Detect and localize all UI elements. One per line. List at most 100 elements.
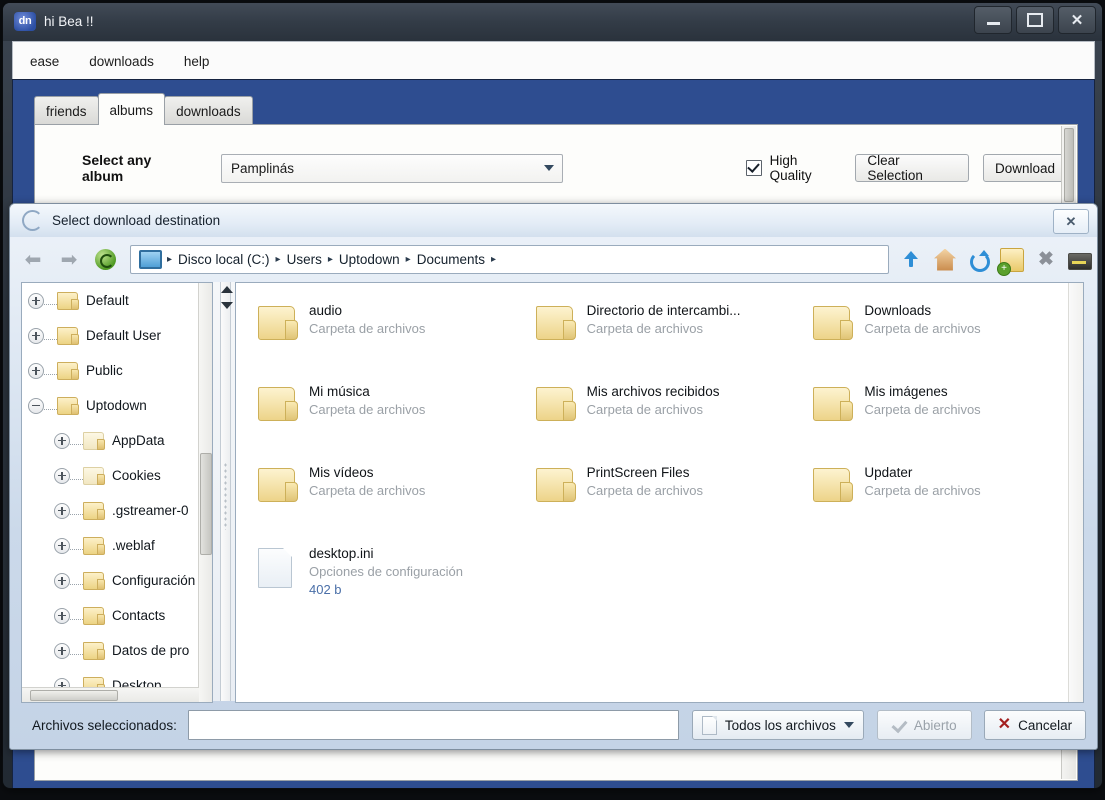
breadcrumb-item-documents[interactable]: Documents (412, 252, 490, 267)
chevron-down-icon (543, 165, 554, 171)
file-type-filter-dropdown[interactable]: Todos los archivos (691, 710, 864, 740)
tree-item-gstreamer[interactable]: .gstreamer-0 (22, 493, 198, 528)
tree-item-default[interactable]: Default (22, 283, 198, 318)
scrollbar-thumb[interactable] (1064, 128, 1074, 202)
file-item-directorio-de-intercambio[interactable]: Directorio de intercambi... Carpeta de a… (514, 297, 792, 378)
collapse-toggle-icon[interactable] (28, 397, 44, 414)
expand-toggle-icon[interactable] (54, 607, 70, 624)
album-select-value: Pamplinás (230, 160, 294, 176)
new-folder-icon[interactable] (997, 247, 1024, 276)
expand-toggle-icon[interactable] (54, 537, 70, 554)
tree-item-cookies[interactable]: Cookies (22, 458, 198, 493)
file-item-mis-archivos-recibidos[interactable]: Mis archivos recibidos Carpeta de archiv… (514, 378, 792, 459)
tree-item-label: .gstreamer-0 (112, 503, 189, 518)
splitter-grip[interactable] (223, 462, 227, 530)
app-logo-badge: dn (14, 12, 36, 31)
file-type: Carpeta de archivos (864, 483, 981, 498)
folder-icon (57, 361, 79, 380)
folder-icon (813, 387, 854, 421)
tree-connector (70, 611, 83, 620)
expand-toggle-icon[interactable] (54, 502, 70, 519)
tree-item-public[interactable]: Public (22, 353, 198, 388)
minimize-button[interactable] (974, 6, 1012, 34)
file-item-updater[interactable]: Updater Carpeta de archivos (791, 459, 1069, 540)
tree-vertical-scrollbar[interactable] (198, 283, 212, 702)
tree-item-contacts[interactable]: Contacts (22, 598, 198, 633)
scrollbar-thumb[interactable] (30, 690, 118, 701)
file-item-mi-musica[interactable]: Mi música Carpeta de archivos (236, 378, 514, 459)
forward-button[interactable]: ➡ (56, 247, 82, 273)
breadcrumb-separator: ▸ (275, 254, 281, 265)
cancel-button[interactable]: ✕ Cancelar (983, 710, 1087, 740)
tree-item-configuracion[interactable]: Configuración (22, 563, 198, 598)
file-icon (701, 715, 717, 735)
tab-albums[interactable]: albums (97, 93, 166, 125)
back-button[interactable]: ⬅ (20, 247, 46, 273)
file-type-filter-value: Todos los archivos (724, 717, 836, 733)
breadcrumb-item-drive[interactable]: Disco local (C:) (173, 252, 275, 267)
album-select[interactable]: Pamplinás (220, 153, 563, 183)
file-list-scrollbar[interactable] (1068, 283, 1083, 702)
breadcrumb-item-users[interactable]: Users (282, 252, 327, 267)
file-item-downloads[interactable]: Downloads Carpeta de archivos (791, 297, 1069, 378)
file-item-mis-imagenes[interactable]: Mis imágenes Carpeta de archivos (791, 378, 1069, 459)
pane-splitter[interactable] (213, 282, 235, 701)
expand-toggle-icon[interactable] (54, 432, 70, 449)
tree-connector (70, 471, 83, 480)
expand-toggle-icon[interactable] (54, 642, 70, 659)
up-folder-icon[interactable] (901, 249, 923, 271)
tab-downloads[interactable]: downloads (164, 96, 253, 125)
chevron-down-icon (843, 722, 854, 728)
file-meta: Mis archivos recibidos Carpeta de archiv… (587, 384, 720, 417)
file-name: Mi música (309, 384, 370, 399)
open-button[interactable]: Abierto (876, 710, 972, 740)
file-item-mis-videos[interactable]: Mis vídeos Carpeta de archivos (236, 459, 514, 540)
dialog-footer: Archivos seleccionados: Todos los archiv… (10, 701, 1097, 749)
file-item-audio[interactable]: audio Carpeta de archivos (236, 297, 514, 378)
splitter-collapse-left-icon[interactable] (221, 286, 233, 293)
refresh-icon[interactable] (967, 249, 990, 272)
breadcrumb[interactable]: ▸ Disco local (C:) ▸ Users ▸ Uptodown ▸ … (130, 245, 889, 274)
expand-toggle-icon[interactable] (28, 292, 44, 309)
tree-item-appdata[interactable]: AppData (22, 423, 198, 458)
expand-toggle-icon[interactable] (28, 327, 44, 344)
delete-icon[interactable]: ✖ (1035, 249, 1057, 271)
splitter-collapse-right-icon[interactable] (221, 302, 233, 309)
selected-files-input[interactable] (187, 710, 679, 740)
tree-item-label: Uptodown (86, 398, 147, 413)
dialog-close-button[interactable]: ✕ (1053, 209, 1089, 234)
tree-item-default-user[interactable]: Default User (22, 318, 198, 353)
file-item-desktop-ini[interactable]: desktop.ini Opciones de configuración 40… (236, 540, 514, 621)
file-item-printscreen-files[interactable]: PrintScreen Files Carpeta de archivos (514, 459, 792, 540)
view-mode-icon[interactable] (1068, 253, 1092, 270)
folder-icon (57, 326, 79, 345)
folder-icon (258, 387, 298, 421)
expand-toggle-icon[interactable] (54, 467, 70, 484)
breadcrumb-item-uptodown[interactable]: Uptodown (334, 252, 405, 267)
history-button[interactable] (92, 247, 118, 273)
scrollbar-thumb[interactable] (200, 453, 212, 555)
file-type: Carpeta de archivos (309, 321, 426, 336)
dialog-body: Default Default User Public Uptodown App… (21, 282, 1084, 703)
dialog-app-icon (22, 210, 43, 231)
clear-selection-button[interactable]: Clear Selection (855, 153, 969, 183)
download-button[interactable]: Download (982, 154, 1068, 182)
high-quality-checkbox[interactable]: High Quality (745, 153, 841, 183)
tree-item-datos-de-programa[interactable]: Datos de pro (22, 633, 198, 668)
tab-friends[interactable]: friends (34, 96, 99, 125)
folder-icon (83, 606, 105, 625)
tree-horizontal-scrollbar[interactable] (22, 687, 199, 702)
folder-icon (535, 306, 576, 340)
menu-item-ease[interactable]: ease (17, 50, 72, 73)
expand-toggle-icon[interactable] (54, 572, 70, 589)
tree-item-weblaf[interactable]: .weblaf (22, 528, 198, 563)
high-quality-label: High Quality (769, 153, 812, 183)
maximize-button[interactable] (1016, 6, 1054, 34)
home-icon[interactable] (934, 248, 956, 271)
menu-item-help[interactable]: help (171, 50, 223, 73)
tree-item-uptodown[interactable]: Uptodown (22, 388, 198, 423)
tree-item-label: Public (86, 363, 123, 378)
expand-toggle-icon[interactable] (28, 362, 44, 379)
menu-item-downloads[interactable]: downloads (76, 50, 167, 73)
close-button[interactable]: ✕ (1058, 6, 1096, 34)
